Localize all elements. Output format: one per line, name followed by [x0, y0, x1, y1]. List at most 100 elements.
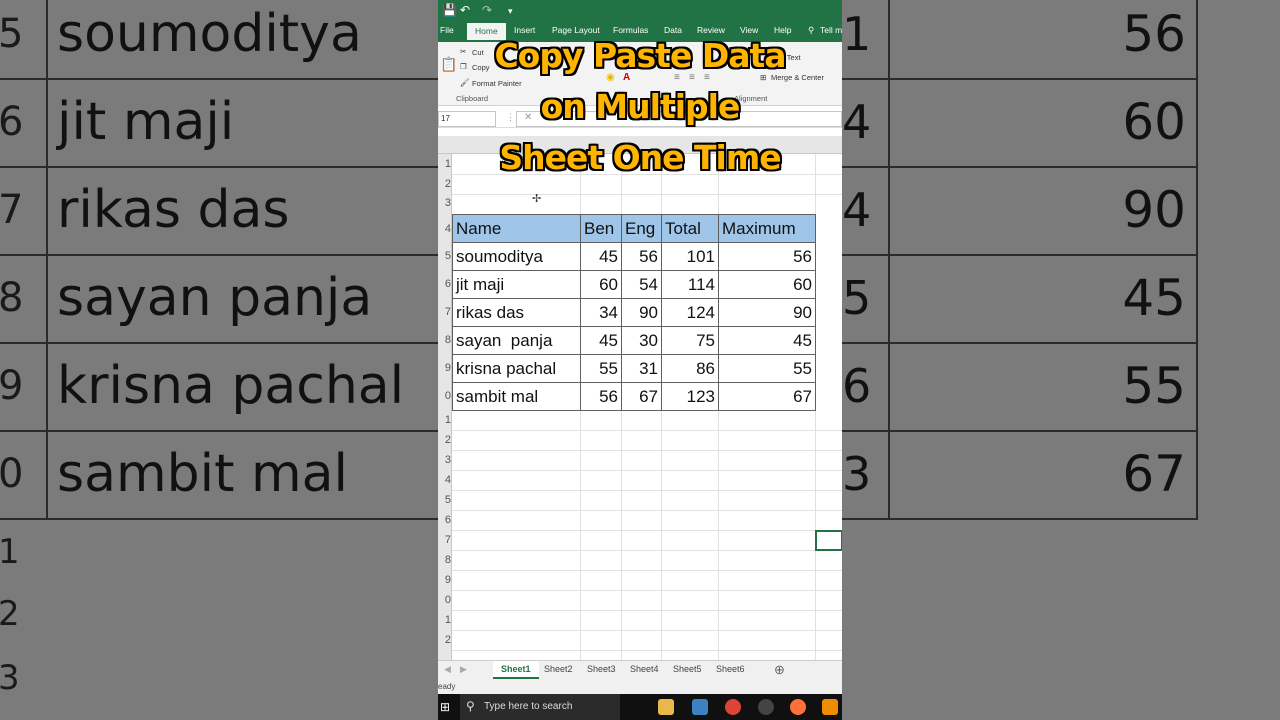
table-row: sayan panja 45 30 75 45	[452, 326, 816, 355]
row-number[interactable]: 1	[438, 614, 452, 626]
row-number[interactable]: 0	[438, 594, 452, 606]
cell[interactable]: 123	[661, 382, 719, 411]
grid-line	[452, 630, 842, 631]
cell[interactable]: 60	[580, 270, 622, 299]
row-number[interactable]: 8	[438, 554, 452, 566]
add-sheet-icon[interactable]: ⊕	[774, 662, 785, 678]
zoomed-background-right: 1 56 4 60 4 90 5 45 6 55 3 67	[842, 0, 1280, 720]
vlc-icon[interactable]	[822, 699, 838, 715]
redo-icon[interactable]: ↷	[482, 3, 492, 17]
selected-cell[interactable]	[815, 530, 842, 551]
cell[interactable]: krisna pachal	[452, 354, 581, 383]
row-number[interactable]: 6	[438, 514, 452, 526]
row-number[interactable]: 3	[438, 197, 452, 209]
grid-line	[452, 450, 842, 451]
customize-toolbar-icon[interactable]: ▾	[508, 6, 513, 17]
cell[interactable]: 56	[621, 242, 662, 271]
cell[interactable]: 114	[661, 270, 719, 299]
row-number[interactable]: 9	[438, 362, 452, 374]
cell[interactable]: 55	[580, 354, 622, 383]
row-number[interactable]: 1	[438, 414, 452, 426]
search-placeholder: Type here to search	[484, 701, 573, 712]
table-row: soumoditya 45 56 101 56	[452, 242, 816, 271]
sheet-tab-2[interactable]: Sheet2	[544, 664, 573, 674]
header-total[interactable]: Total	[661, 214, 719, 243]
row-number[interactable]: 7	[438, 306, 452, 318]
sheet-tab-3[interactable]: Sheet3	[587, 664, 616, 674]
zoom-row: 1 56	[842, 5, 1186, 63]
grid-line	[452, 194, 842, 195]
row-number[interactable]: 4	[438, 474, 452, 486]
overlay-line-1: Copy Paste Data	[494, 36, 786, 75]
grid-line	[452, 510, 842, 511]
cell[interactable]: sambit mal	[452, 382, 581, 411]
cell[interactable]: 45	[580, 242, 622, 271]
save-icon[interactable]: 💾	[442, 3, 457, 17]
undo-icon[interactable]: ↶	[460, 3, 470, 17]
row-number[interactable]: 4	[438, 223, 452, 235]
cell[interactable]: 30	[621, 326, 662, 355]
row-number[interactable]: 0	[438, 390, 452, 402]
cell[interactable]: jit maji	[452, 270, 581, 299]
next-sheet-icon[interactable]: ▶	[460, 664, 467, 675]
row-number[interactable]: 9	[438, 574, 452, 586]
header-ben[interactable]: Ben	[580, 214, 622, 243]
zoom-row: 4 60	[842, 93, 1186, 151]
grid-line	[452, 650, 842, 651]
cell[interactable]: 124	[661, 298, 719, 327]
grid-line	[452, 430, 842, 431]
cell[interactable]: sayan panja	[452, 326, 581, 355]
grid-line	[452, 530, 842, 531]
sheet-tab-5[interactable]: Sheet5	[673, 664, 702, 674]
chrome-icon[interactable]	[725, 699, 741, 715]
app-icon[interactable]	[758, 699, 774, 715]
row-number[interactable]: 5	[438, 494, 452, 506]
header-maximum[interactable]: Maximum	[718, 214, 816, 243]
header-name[interactable]: Name	[452, 214, 581, 243]
header-eng[interactable]: Eng	[621, 214, 662, 243]
marks-table: Name Ben Eng Total Maximum soumoditya 45…	[452, 214, 816, 411]
prev-sheet-icon[interactable]: ◀	[444, 664, 451, 675]
row-number[interactable]: 8	[438, 334, 452, 346]
table-row: sambit mal 56 67 123 67	[452, 382, 816, 411]
cell[interactable]: 56	[718, 242, 816, 271]
row-number[interactable]: 7	[438, 534, 452, 546]
zoom-row: 6 55	[842, 357, 1186, 415]
cell[interactable]: 90	[621, 298, 662, 327]
cell[interactable]: 56	[580, 382, 622, 411]
cell[interactable]: 86	[661, 354, 719, 383]
windows-start-icon[interactable]: ⊞	[440, 700, 450, 714]
cell[interactable]: 34	[580, 298, 622, 327]
cell[interactable]: 31	[621, 354, 662, 383]
cell[interactable]: 60	[718, 270, 816, 299]
sheet-tab-bar: ◀ ▶ Sheet1 Sheet2 Sheet3 Sheet4 Sheet5 S…	[438, 660, 842, 680]
file-explorer-icon[interactable]	[658, 699, 674, 715]
cell[interactable]: 67	[718, 382, 816, 411]
cell[interactable]: rikas das	[452, 298, 581, 327]
firefox-icon[interactable]	[790, 699, 806, 715]
cell[interactable]: 54	[621, 270, 662, 299]
taskbar-search[interactable]: ⚲ Type here to search	[460, 694, 620, 720]
cell[interactable]: 45	[718, 326, 816, 355]
row-number[interactable]: 2	[438, 434, 452, 446]
row-number[interactable]: 5	[438, 250, 452, 262]
row-number[interactable]: 3	[438, 454, 452, 466]
cell[interactable]: 55	[718, 354, 816, 383]
sheet-tab-6[interactable]: Sheet6	[716, 664, 745, 674]
row-number[interactable]: 6	[438, 278, 452, 290]
row-number[interactable]: 2	[438, 634, 452, 646]
cell[interactable]: 75	[661, 326, 719, 355]
zoom-row: 5 45	[842, 269, 1186, 327]
sheet-tab-1[interactable]: Sheet1	[493, 661, 539, 679]
cell[interactable]: 101	[661, 242, 719, 271]
cell[interactable]: 90	[718, 298, 816, 327]
store-icon[interactable]	[692, 699, 708, 715]
search-icon: ⚲	[466, 699, 475, 713]
cell[interactable]: 67	[621, 382, 662, 411]
cell[interactable]: 45	[580, 326, 622, 355]
sheet-tab-4[interactable]: Sheet4	[630, 664, 659, 674]
zoom-row: 3	[0, 658, 20, 698]
overlay-line-3: Sheet One Time	[499, 138, 781, 177]
cell[interactable]: soumoditya	[452, 242, 581, 271]
grid-line	[452, 550, 842, 551]
